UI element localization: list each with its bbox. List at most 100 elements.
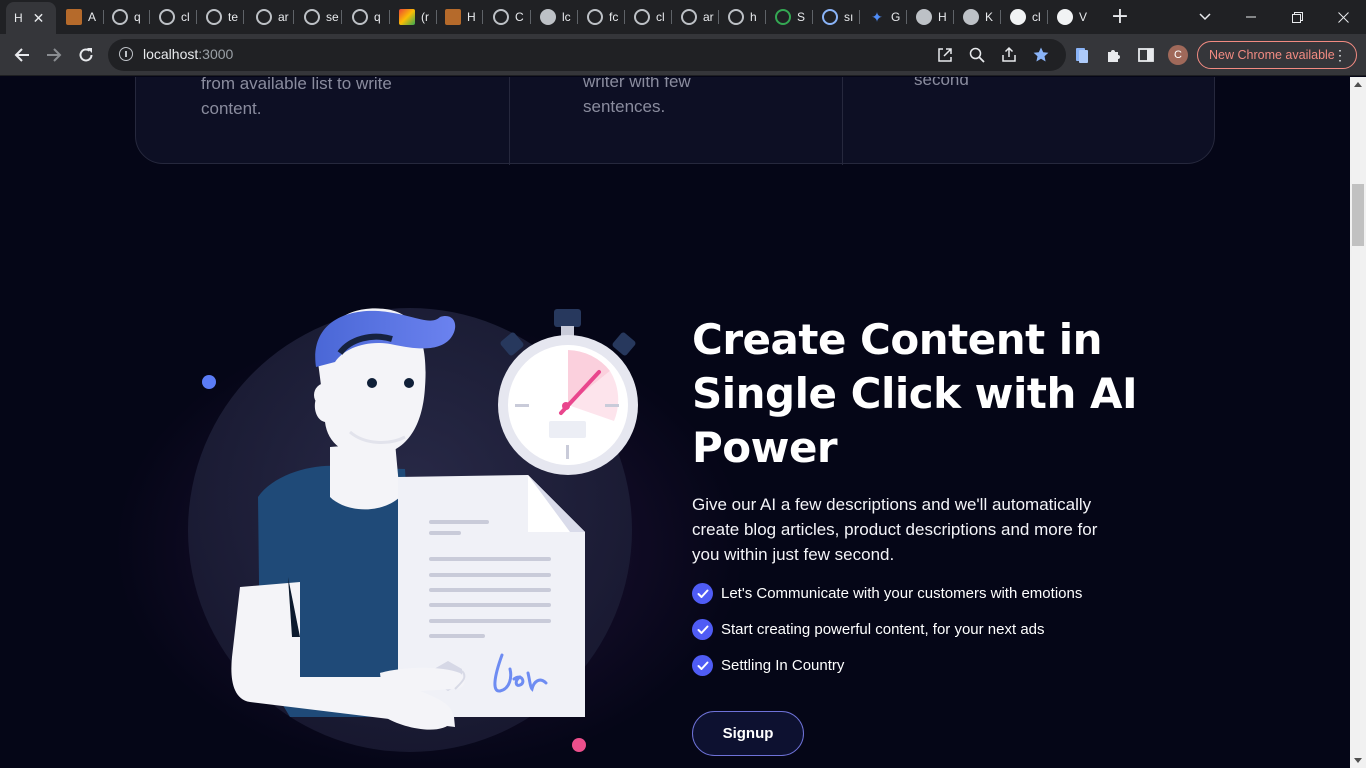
openai-icon <box>159 9 175 25</box>
tab-search-icon[interactable] <box>1182 0 1228 34</box>
openai-icon <box>728 9 744 25</box>
tab[interactable]: cl <box>151 4 197 30</box>
tab-label: H <box>467 10 476 24</box>
tab-label: te <box>228 10 239 24</box>
site-info-icon[interactable] <box>119 47 133 61</box>
tab-label: H <box>14 11 23 25</box>
tab[interactable]: A <box>58 4 104 30</box>
signup-button[interactable]: Signup <box>692 711 804 756</box>
reload-icon[interactable] <box>72 41 100 69</box>
feature-text-line: second <box>914 77 969 89</box>
tab[interactable]: ar <box>248 4 294 30</box>
tab-label: fc <box>609 10 619 24</box>
reading-list-icon[interactable] <box>1073 46 1091 64</box>
open-in-app-icon[interactable] <box>936 46 954 64</box>
hero-description: Give our AI a few descriptions and we'll… <box>692 492 1152 567</box>
share-icon[interactable] <box>1000 46 1018 64</box>
hero-title: Create Content in Single Click with AI P… <box>692 313 1162 475</box>
scroll-up-icon[interactable] <box>1354 82 1362 87</box>
tab-label: G <box>891 10 901 24</box>
tab-active[interactable]: H ✕ <box>6 2 56 34</box>
tab-label: ar <box>703 10 714 24</box>
tab[interactable]: cl <box>626 4 672 30</box>
tab[interactable]: ✦ G <box>861 4 907 30</box>
feature-text: second <box>914 77 969 92</box>
tab[interactable]: q <box>344 4 390 30</box>
tab-label: cl <box>1032 10 1041 24</box>
feature-checklist: Let's Communicate with your customers wi… <box>692 583 1082 691</box>
tab[interactable]: se <box>296 4 342 30</box>
book-icon <box>66 9 82 25</box>
tab[interactable]: S <box>767 4 813 30</box>
openai-icon <box>112 9 128 25</box>
tab[interactable]: K <box>955 4 1001 30</box>
openai-icon <box>634 9 650 25</box>
bookmark-star-icon[interactable] <box>1032 46 1050 64</box>
openai-icon <box>681 9 697 25</box>
close-icon[interactable]: ✕ <box>33 10 45 27</box>
openai-icon <box>304 9 320 25</box>
minimize-icon[interactable] <box>1228 0 1274 34</box>
tab[interactable]: H <box>908 4 954 30</box>
feature-column: second <box>842 77 1215 165</box>
tab-label: lc <box>562 10 571 24</box>
forward-icon[interactable] <box>40 41 68 69</box>
new-tab-button[interactable]: + <box>1108 5 1132 29</box>
tab[interactable]: C <box>485 4 531 30</box>
tab[interactable]: te <box>198 4 244 30</box>
tab-label: (r <box>421 10 429 24</box>
wordpress-icon <box>822 9 838 25</box>
tab-label: q <box>134 10 141 24</box>
zoom-icon[interactable] <box>968 46 986 64</box>
profile-avatar[interactable]: C <box>1168 45 1188 65</box>
tab-label: h <box>750 10 757 24</box>
tab-strip: H ✕ A q cl te ar se q (r H C lc fc cl ar… <box>0 0 1366 34</box>
check-icon <box>692 655 713 676</box>
back-icon[interactable] <box>8 41 36 69</box>
hero-description-line: Give our AI a few descriptions and we'll… <box>692 495 1092 514</box>
openai-icon <box>256 9 272 25</box>
decor-dot-blue <box>202 375 216 389</box>
tab[interactable]: sı <box>814 4 860 30</box>
tab[interactable]: h <box>720 4 766 30</box>
tab-label: se <box>326 10 339 24</box>
checklist-item: Settling In Country <box>692 655 1082 691</box>
window-close-icon[interactable] <box>1320 0 1366 34</box>
check-icon <box>692 583 713 604</box>
tab[interactable]: ar <box>673 4 719 30</box>
stopwatch-icon <box>498 309 638 475</box>
tab[interactable]: q <box>104 4 150 30</box>
menu-dots-icon[interactable]: ⋮ <box>1333 42 1347 68</box>
tab-label: sı <box>844 10 854 24</box>
tab-label: ar <box>278 10 289 24</box>
tab[interactable]: H <box>437 4 483 30</box>
page-scrollbar[interactable] <box>1350 77 1366 768</box>
vercel-icon <box>1057 9 1073 25</box>
hero-illustration <box>188 308 638 752</box>
hero-title-line: Power <box>692 423 838 472</box>
checklist-item: Start creating powerful content, for you… <box>692 619 1082 655</box>
hero-description-line: create blog articles, product descriptio… <box>692 520 1098 539</box>
tab[interactable]: fc <box>579 4 625 30</box>
hero-title-line: Single Click with AI <box>692 369 1138 418</box>
tab-label: K <box>985 10 994 24</box>
decor-dot-pink <box>572 738 586 752</box>
tab[interactable]: cl <box>1002 4 1048 30</box>
tab[interactable]: V <box>1049 4 1095 30</box>
new-chrome-available-button[interactable]: New Chrome available ⋮ <box>1197 41 1357 69</box>
globe-icon <box>963 9 979 25</box>
scrollbar-thumb[interactable] <box>1352 184 1364 246</box>
openai-icon <box>493 9 509 25</box>
scroll-down-icon[interactable] <box>1354 758 1362 763</box>
gemini-icon: ✦ <box>871 9 883 25</box>
tab-label: A <box>88 10 97 24</box>
extensions-icon[interactable] <box>1105 46 1123 64</box>
restore-icon[interactable] <box>1274 0 1320 34</box>
tab[interactable]: (r <box>391 4 437 30</box>
side-panel-icon[interactable] <box>1137 46 1155 64</box>
tab-label: V <box>1079 10 1088 24</box>
tab[interactable]: lc <box>532 4 578 30</box>
checklist-label: Start creating powerful content, for you… <box>721 621 1045 638</box>
address-bar[interactable]: localhost:3000 <box>108 39 1066 71</box>
url-port: :3000 <box>198 46 234 62</box>
